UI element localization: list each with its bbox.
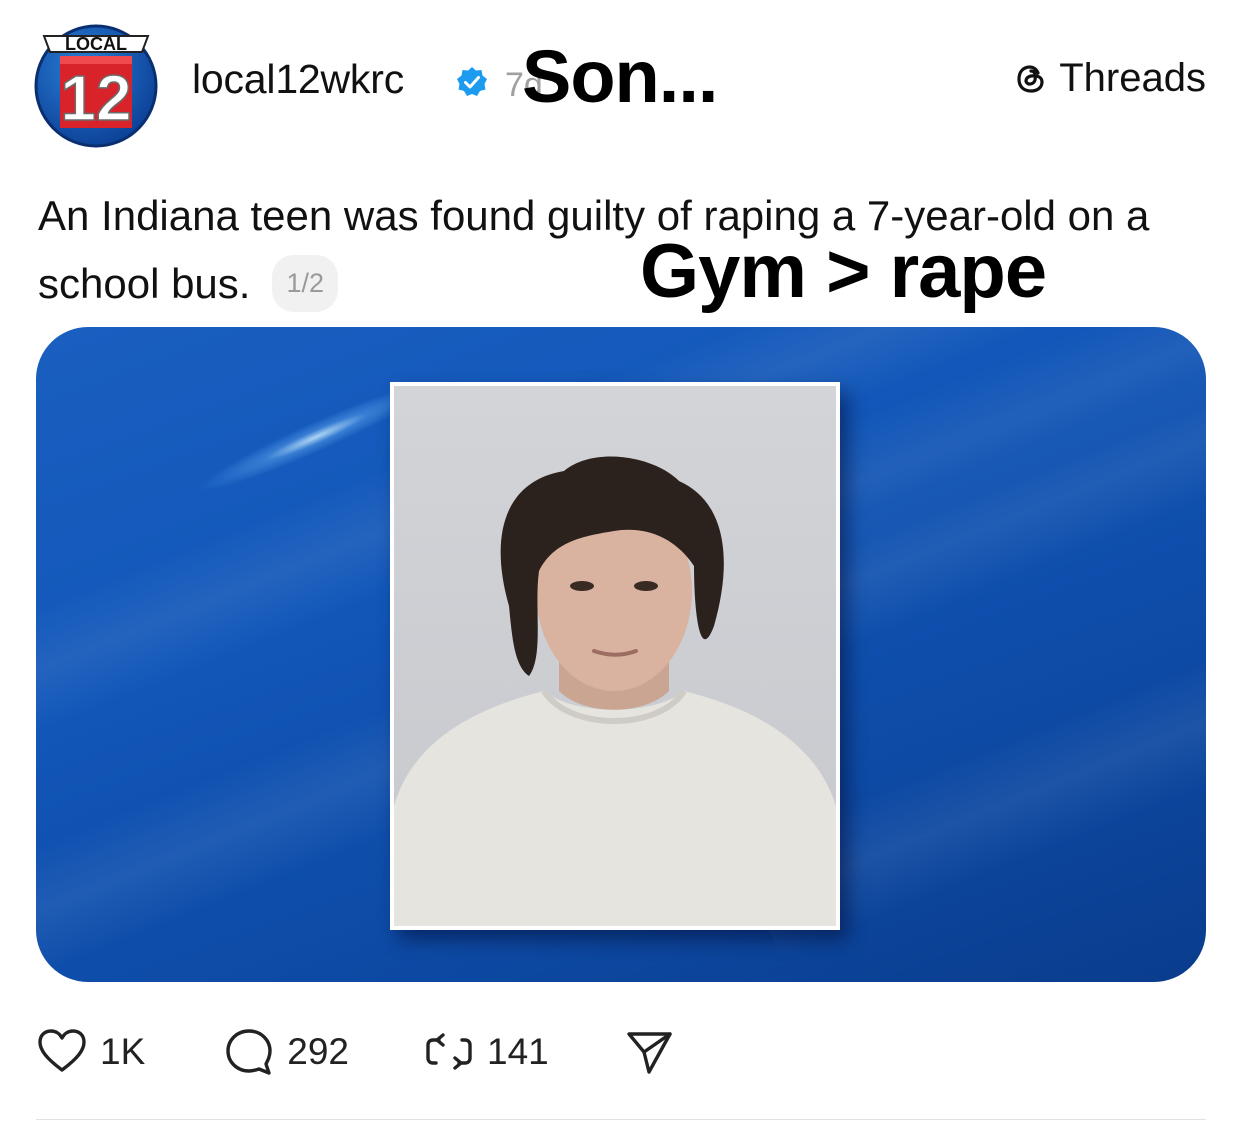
- logo-text-12: 12: [60, 62, 131, 134]
- like-count: 1K: [100, 1031, 146, 1072]
- logo-text-local: LOCAL: [65, 34, 127, 54]
- threads-post: LOCAL 12 local12wkrc 7d Son... Threads A…: [0, 0, 1242, 1134]
- mugshot-photo: [390, 382, 840, 930]
- page-indicator-badge[interactable]: 1/2: [272, 255, 339, 312]
- comment-bubble-icon: [226, 1029, 272, 1075]
- username[interactable]: local12wkrc: [192, 56, 404, 103]
- local12-logo-icon: LOCAL 12: [34, 24, 158, 148]
- repost-icon: [426, 1033, 472, 1070]
- threads-label: Threads: [1059, 56, 1206, 100]
- caption-overlay-top: Son...: [522, 35, 718, 118]
- repost-button[interactable]: 141: [423, 1026, 549, 1078]
- verified-badge-icon: [457, 67, 487, 96]
- heart-icon: [38, 1029, 86, 1072]
- post-divider: [36, 1119, 1206, 1120]
- reply-button[interactable]: 292: [223, 1026, 349, 1078]
- person-photo-icon: [394, 456, 836, 926]
- reply-count: 292: [287, 1031, 349, 1072]
- action-bar: 1K 292 141: [36, 1026, 675, 1078]
- like-button[interactable]: 1K: [36, 1026, 145, 1078]
- account-avatar[interactable]: LOCAL 12: [30, 18, 162, 148]
- post-media-image[interactable]: [36, 327, 1206, 982]
- send-paper-plane-icon: [627, 1032, 672, 1074]
- threads-logo-icon: [1017, 64, 1044, 93]
- share-button[interactable]: [623, 1026, 675, 1078]
- threads-link[interactable]: Threads: [1011, 56, 1206, 101]
- repost-count: 141: [487, 1031, 549, 1072]
- caption-overlay-middle: Gym > rape: [640, 229, 1047, 314]
